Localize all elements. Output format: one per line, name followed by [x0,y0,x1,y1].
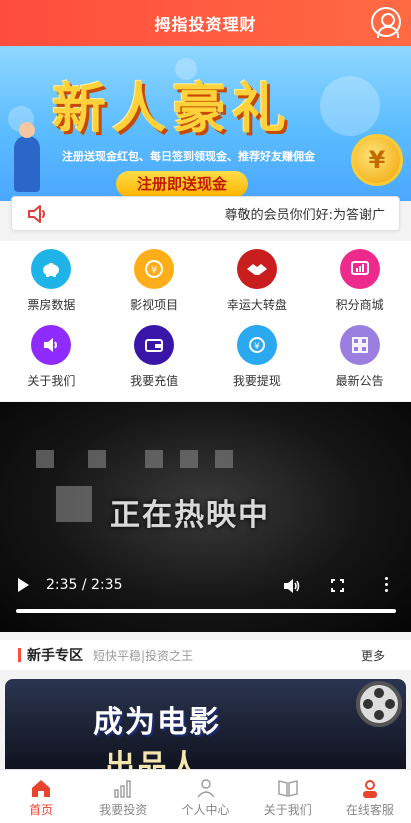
menu-item-lucky-wheel[interactable]: 幸运大转盘 [206,249,309,325]
wallet-icon [134,325,175,365]
decor-bubble [320,76,380,136]
piggy-bank-icon [31,249,72,289]
menu-item-points-mall[interactable]: 积分商城 [308,249,411,325]
register-cta-button[interactable]: 注册即送现金 [116,171,248,197]
film-reel-icon [356,681,402,727]
user-icon[interactable] [371,7,401,38]
person-icon [196,779,215,798]
video-progress-bar[interactable] [16,609,396,613]
promo-line-1: 成为电影 [93,705,221,740]
page-title: 拇指投资理财 [154,15,257,34]
tab-profile[interactable]: 个人中心 [164,770,246,823]
tab-label: 在线客服 [345,803,394,817]
grid-icon [339,325,380,365]
menu-item-announcements[interactable]: 最新公告 [308,325,411,401]
coin-exchange-icon: ¥ [134,249,175,289]
tab-support[interactable]: 在线客服 [329,770,411,823]
svg-text:¥: ¥ [254,342,260,352]
banner-headline: 新人豪礼 [52,76,292,140]
section-accent-bar [18,648,21,662]
menu-item-label: 票房数据 [27,298,76,312]
promo-banner[interactable]: 新人豪礼 注册送现金红包、每日签到领现金、推荐好友赚佣金 注册即送现金 ¥ [0,46,411,201]
tab-home[interactable]: 首页 [0,770,82,823]
tab-label: 个人中心 [181,803,230,817]
menu-item-box-office[interactable]: 票房数据 [0,249,103,325]
menu-item-label: 幸运大转盘 [226,298,287,312]
promo-line-2: 出品人 [105,749,201,769]
handshake-icon [236,249,277,289]
tab-invest[interactable]: 我要投资 [82,770,164,823]
video-controls: 2:35 / 2:35 [0,570,411,606]
chart-screen-icon [339,249,380,289]
more-options-icon[interactable] [385,577,388,595]
section-title: 新手专区 [27,648,83,664]
section-subtitle: 短快平稳|投资之王 [93,648,194,663]
video-player[interactable]: 正在热映中 2:35 / 2:35 [0,402,411,632]
newbie-section-header: 新手专区 短快平稳|投资之王 更多 [0,640,411,670]
bar-chart-icon [114,780,131,798]
menu-item-label: 我要提现 [232,374,281,388]
notice-bar[interactable]: 尊敬的会员你们好:为答谢广 [11,196,400,231]
fullscreen-icon[interactable] [331,579,344,592]
video-title: 正在热映中 [110,498,270,533]
menu-item-film-projects[interactable]: ¥ 影视项目 [103,249,206,325]
menu-item-label: 影视项目 [130,298,179,312]
volume-icon[interactable] [283,578,301,598]
tab-label: 首页 [29,803,54,817]
speaker-icon [26,202,50,226]
producer-promo-card[interactable]: 成为电影 出品人 [5,679,406,769]
tab-about[interactable]: 关于我们 [247,770,329,823]
pixelated-block [215,450,233,468]
book-icon [278,780,298,797]
menu-item-recharge[interactable]: 我要充值 [103,325,206,401]
withdraw-icon: ¥ [236,325,277,365]
more-link[interactable]: 更多 [361,647,385,664]
tab-label: 我要投资 [99,803,148,817]
menu-item-label: 积分商城 [335,298,384,312]
speaker-icon [31,325,72,365]
pixelated-block [180,450,198,468]
app-header: 拇指投资理财 [0,0,411,46]
banner-subtext: 注册送现金红包、每日签到领现金、推荐好友赚佣金 [62,150,315,163]
tab-label: 关于我们 [263,803,312,817]
bottom-tab-bar: 首页 我要投资 个人中心 关于我们 在线客服 [0,769,411,823]
pixelated-block [88,450,106,468]
pixelated-block [36,450,54,468]
pixelated-block [56,486,92,522]
person-illustration [14,122,40,192]
play-icon[interactable] [18,578,29,592]
home-icon [32,780,51,797]
menu-item-label: 最新公告 [335,374,384,388]
menu-item-about-us[interactable]: 关于我们 [0,325,103,401]
pixelated-block [145,450,163,468]
menu-item-label: 关于我们 [27,374,76,388]
coin-icon: ¥ [351,134,403,186]
svg-text:¥: ¥ [151,265,157,276]
menu-item-withdraw[interactable]: ¥ 我要提现 [206,325,309,401]
video-time: 2:35 / 2:35 [46,577,123,593]
support-agent-icon [362,780,377,798]
menu-item-label: 我要充值 [130,374,179,388]
notice-text: 尊敬的会员你们好:为答谢广 [224,208,385,223]
menu-grid: 票房数据 ¥ 影视项目 幸运大转盘 积分商城 关于我们 我要充值 ¥ 我要提现 [0,241,411,401]
